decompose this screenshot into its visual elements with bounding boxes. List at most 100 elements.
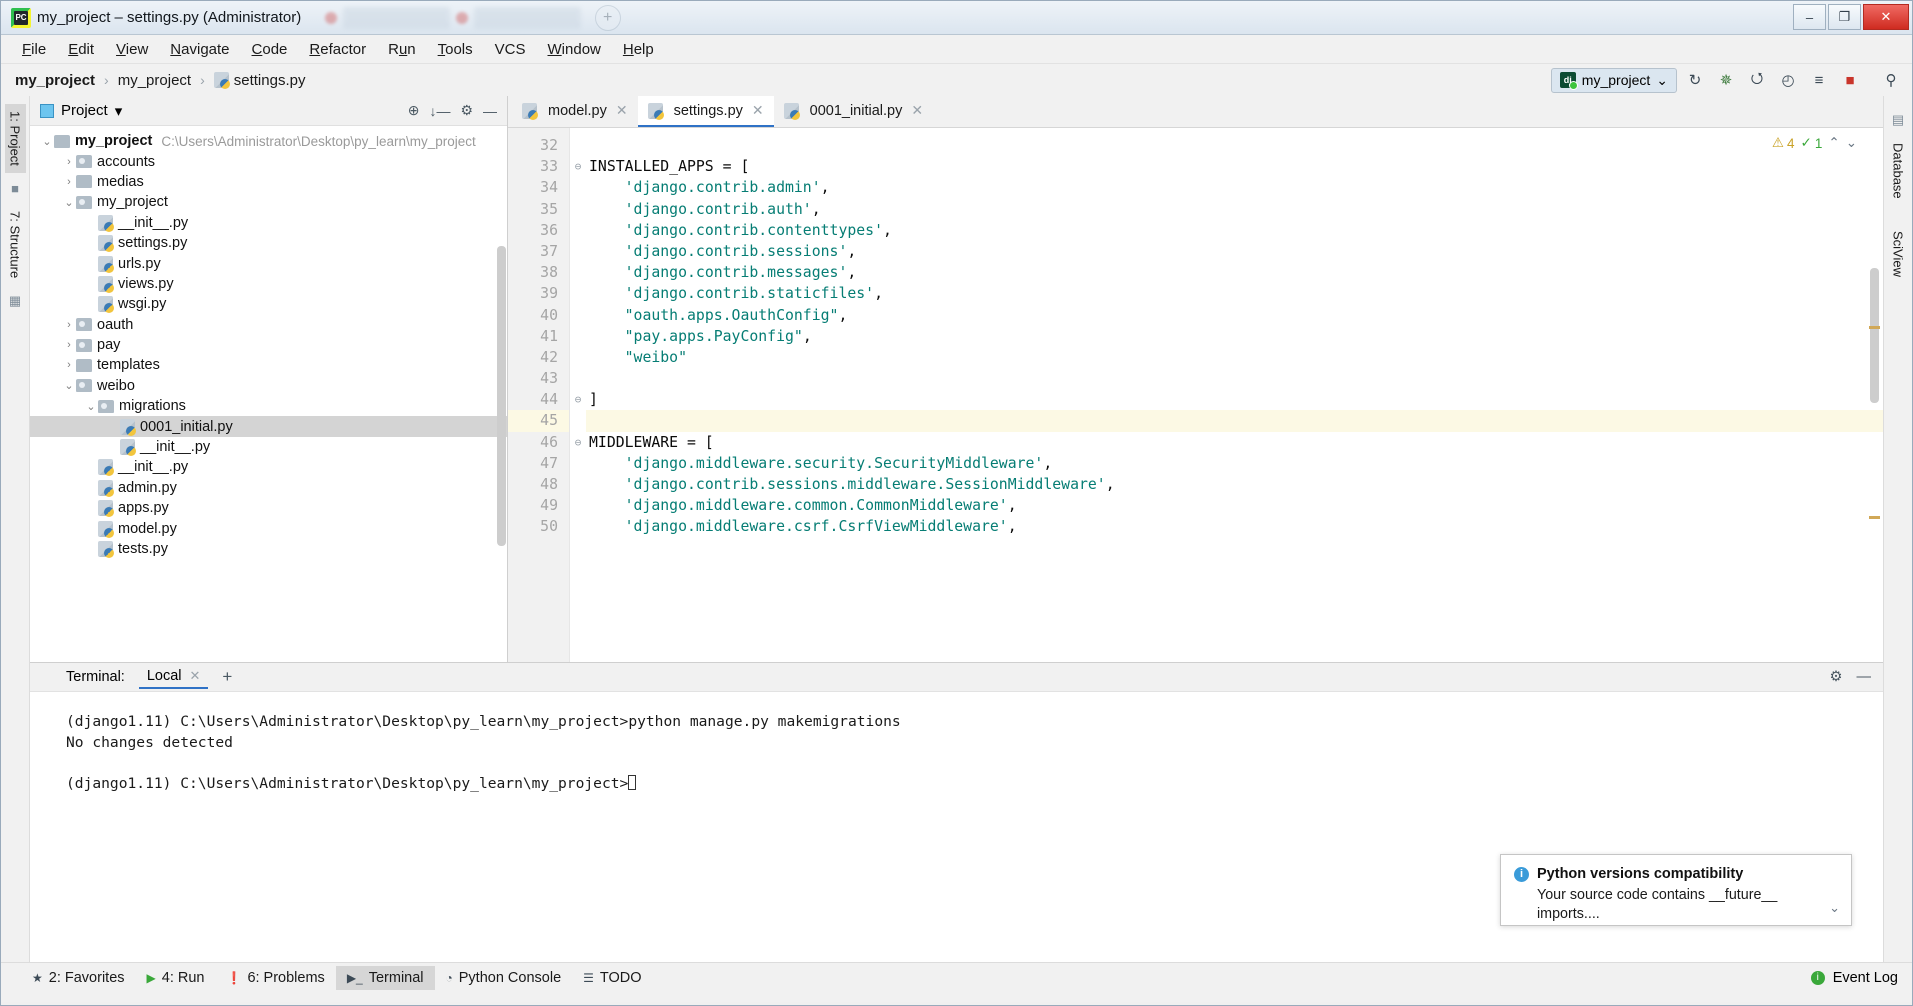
stop-icon[interactable]: ■ bbox=[1837, 67, 1863, 93]
code-line[interactable]: 'django.contrib.admin', bbox=[586, 177, 1883, 198]
tree-node[interactable]: tests.py bbox=[30, 539, 507, 559]
menu-view[interactable]: View bbox=[105, 38, 159, 61]
code-line[interactable]: 'django.contrib.messages', bbox=[586, 262, 1883, 283]
fold-toggle-icon[interactable]: ⊖ bbox=[570, 389, 586, 410]
settings-gear-icon[interactable]: ⚙ bbox=[1830, 669, 1843, 685]
status-bar-item[interactable]: ▶ 4: Run bbox=[136, 966, 216, 990]
maximize-button[interactable]: ❐ bbox=[1828, 4, 1861, 30]
code-line[interactable]: INSTALLED_APPS = [ bbox=[586, 156, 1883, 177]
tree-node[interactable]: __init__.py bbox=[30, 437, 507, 457]
code-line[interactable]: "oauth.apps.OauthConfig", bbox=[586, 305, 1883, 326]
sidebar-item-structure[interactable]: 7: Structure bbox=[5, 204, 26, 285]
editor-tab[interactable]: 0001_initial.py ✕ bbox=[774, 96, 933, 127]
locate-icon[interactable]: ⊕ bbox=[408, 102, 420, 119]
attach-icon[interactable]: ≡ bbox=[1806, 67, 1832, 93]
code-folding-column[interactable]: ⊖ ⊖ ⊖ bbox=[570, 128, 586, 662]
tree-node[interactable]: ⌄ weibo bbox=[30, 376, 507, 396]
menu-vcs[interactable]: VCS bbox=[484, 38, 537, 61]
tree-node[interactable]: admin.py bbox=[30, 478, 507, 498]
breadcrumb-item-0[interactable]: my_project bbox=[15, 72, 95, 89]
chevron-right-icon[interactable]: › bbox=[62, 156, 76, 168]
chevron-down-icon[interactable]: ⌄ bbox=[40, 135, 54, 148]
fold-toggle-icon[interactable]: ⊖ bbox=[570, 432, 586, 453]
code-line[interactable] bbox=[586, 410, 1883, 432]
code-line[interactable]: 'django.contrib.staticfiles', bbox=[586, 283, 1883, 304]
hide-panel-icon[interactable]: — bbox=[1857, 669, 1872, 685]
tree-node[interactable]: apps.py bbox=[30, 498, 507, 518]
editor-scrollbar[interactable] bbox=[1870, 268, 1879, 403]
editor-tab[interactable]: model.py ✕ bbox=[512, 96, 638, 127]
menu-code[interactable]: Code bbox=[241, 38, 299, 61]
close-button[interactable]: ✕ bbox=[1863, 4, 1909, 30]
sidebar-item-database[interactable]: Database bbox=[1888, 136, 1909, 206]
tree-node[interactable]: __init__.py bbox=[30, 213, 507, 233]
tree-node[interactable]: › pay bbox=[30, 335, 507, 355]
rerun-icon[interactable]: ↻ bbox=[1682, 67, 1708, 93]
tree-node[interactable]: 0001_initial.py bbox=[30, 416, 507, 437]
menu-navigate[interactable]: Navigate bbox=[159, 38, 240, 61]
breadcrumb-item-2[interactable]: settings.py bbox=[213, 72, 305, 89]
status-bar-item[interactable]: ▶_ Terminal bbox=[335, 965, 435, 990]
menu-refactor[interactable]: Refactor bbox=[298, 38, 377, 61]
tree-node[interactable]: urls.py bbox=[30, 253, 507, 273]
menu-edit[interactable]: Edit bbox=[57, 38, 105, 61]
breadcrumb-item-1[interactable]: my_project bbox=[118, 72, 191, 89]
status-bar-item[interactable]: ☰ TODO bbox=[572, 966, 652, 990]
code-line[interactable]: "weibo" bbox=[586, 347, 1883, 368]
sidebar-item-sciview[interactable]: SciView bbox=[1888, 224, 1909, 284]
event-log-label[interactable]: Event Log bbox=[1833, 970, 1898, 986]
debug-icon[interactable]: ✵ bbox=[1713, 67, 1739, 93]
notification-popup[interactable]: i Python versions compatibility Your sou… bbox=[1500, 854, 1852, 926]
tree-node[interactable]: wsgi.py bbox=[30, 294, 507, 314]
menu-tools[interactable]: Tools bbox=[427, 38, 484, 61]
menu-file[interactable]: File bbox=[11, 38, 57, 61]
menu-window[interactable]: Window bbox=[537, 38, 612, 61]
collapse-all-icon[interactable]: ↓― bbox=[429, 103, 450, 119]
close-icon[interactable]: ✕ bbox=[190, 668, 201, 684]
settings-gear-icon[interactable]: ⚙ bbox=[460, 102, 473, 119]
code-line[interactable]: 'django.middleware.csrf.CsrfViewMiddlewa… bbox=[586, 516, 1883, 537]
tree-node[interactable]: views.py bbox=[30, 274, 507, 294]
code-line[interactable]: 'django.middleware.security.SecurityMidd… bbox=[586, 453, 1883, 474]
run-configuration-selector[interactable]: dj my_project ⌄ bbox=[1550, 67, 1677, 93]
minimize-button[interactable]: – bbox=[1793, 4, 1826, 30]
menu-help[interactable]: Help bbox=[612, 38, 665, 61]
chevron-down-icon[interactable]: ⌄ bbox=[84, 400, 98, 413]
project-panel-title[interactable]: Project ▾ bbox=[40, 102, 122, 120]
new-tab-button[interactable]: + bbox=[594, 4, 621, 31]
code-line[interactable]: 'django.contrib.auth', bbox=[586, 199, 1883, 220]
status-bar-item[interactable]: ❗ 6: Problems bbox=[215, 966, 335, 990]
close-icon[interactable]: ✕ bbox=[911, 102, 923, 119]
status-bar-item[interactable]: ★ 2: Favorites bbox=[21, 966, 136, 990]
profile-icon[interactable]: ◴ bbox=[1775, 67, 1801, 93]
project-tree[interactable]: ⌄ my_project C:\Users\Administrator\Deskto… bbox=[30, 126, 507, 662]
next-problem-icon[interactable]: ⌄ bbox=[1846, 135, 1857, 151]
code-line[interactable]: 'django.contrib.contenttypes', bbox=[586, 220, 1883, 241]
tree-node[interactable]: ⌄ my_project C:\Users\Administrator\Deskto… bbox=[30, 131, 507, 151]
status-bar-item[interactable]: ◔ Python Console bbox=[435, 966, 573, 990]
tree-node[interactable]: › medias bbox=[30, 172, 507, 192]
chevron-down-icon[interactable]: ⌄ bbox=[62, 379, 76, 392]
close-icon[interactable]: ✕ bbox=[752, 102, 764, 119]
code-line[interactable]: MIDDLEWARE = [ bbox=[586, 432, 1883, 453]
hide-panel-icon[interactable]: — bbox=[483, 103, 497, 119]
inspection-widget[interactable]: ⚠ 4 ✓ 1 ⌃ ⌄ bbox=[1772, 135, 1857, 151]
tree-node[interactable]: › templates bbox=[30, 355, 507, 375]
tree-node[interactable]: ⌄ migrations bbox=[30, 396, 507, 416]
tree-node[interactable]: model.py bbox=[30, 518, 507, 538]
chevron-right-icon[interactable]: › bbox=[62, 319, 76, 331]
tree-node[interactable]: __init__.py bbox=[30, 457, 507, 477]
menu-run[interactable]: Run bbox=[377, 38, 427, 61]
code-line[interactable]: ] bbox=[586, 389, 1883, 410]
code-line[interactable] bbox=[586, 368, 1883, 389]
tree-node[interactable]: ⌄ my_project bbox=[30, 192, 507, 212]
code-line[interactable] bbox=[586, 135, 1883, 156]
add-terminal-button[interactable]: + bbox=[222, 667, 232, 687]
search-icon[interactable]: ⚲ bbox=[1878, 67, 1904, 93]
chevron-right-icon[interactable]: › bbox=[62, 339, 76, 351]
chevron-right-icon[interactable]: › bbox=[62, 176, 76, 188]
tree-node[interactable]: settings.py bbox=[30, 233, 507, 253]
code-line[interactable]: 'django.contrib.sessions.middleware.Sess… bbox=[586, 474, 1883, 495]
code-editor[interactable]: 32 33 34 35 36 37 38 39 40 41 42 43 44 45 46 47 48 49 50 ⊖… bbox=[508, 128, 1883, 662]
chevron-down-icon[interactable]: ⌄ bbox=[1829, 900, 1840, 916]
